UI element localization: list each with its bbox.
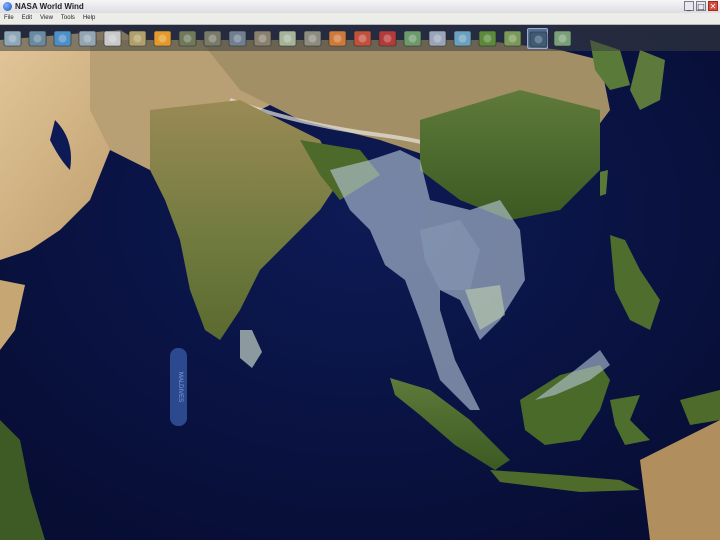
search-icon[interactable] [77, 28, 98, 49]
mosaic-icon[interactable] [552, 28, 573, 49]
flag-1-icon[interactable] [352, 28, 373, 49]
heat-map-icon[interactable] [152, 28, 173, 49]
app-globe-icon [3, 2, 12, 11]
app-window: MALDIVES NASA World Wind _ □ ✕ File Edit… [0, 0, 720, 540]
globe-view[interactable]: MALDIVES [0, 0, 720, 540]
menu-bar: File Edit View Tools Help [0, 13, 720, 25]
layer-toolbar [0, 25, 720, 51]
moon-icon[interactable] [102, 28, 123, 49]
menu-file[interactable]: File [0, 13, 18, 24]
compass-icon[interactable] [402, 28, 423, 49]
maldives-label: MALDIVES [177, 372, 183, 402]
landsat-icon[interactable] [127, 28, 148, 49]
menu-help[interactable]: Help [79, 13, 99, 24]
title-bar[interactable]: NASA World Wind _ □ ✕ [0, 0, 720, 14]
close-button[interactable]: ✕ [708, 1, 718, 11]
forest-icon[interactable] [477, 28, 498, 49]
menu-view[interactable]: View [36, 13, 57, 24]
flag-2-icon[interactable] [377, 28, 398, 49]
minimize-button[interactable]: _ [684, 1, 694, 11]
window-title: NASA World Wind [15, 2, 84, 11]
menu-tools[interactable]: Tools [57, 13, 79, 24]
topo-map-icon[interactable] [277, 28, 298, 49]
maximize-button[interactable]: □ [696, 1, 706, 11]
satellite-image-3-icon[interactable] [227, 28, 248, 49]
window-controls: _ □ ✕ [684, 1, 718, 11]
usgs-map-icon[interactable] [302, 28, 323, 49]
satellite-image-2-icon[interactable] [202, 28, 223, 49]
globe-icon[interactable] [52, 28, 73, 49]
menu-edit[interactable]: Edit [18, 13, 36, 24]
weather-icon[interactable] [327, 28, 348, 49]
terrain-icon[interactable] [502, 28, 523, 49]
boundaries-icon[interactable] [527, 27, 548, 49]
satellite-image-4-icon[interactable] [252, 28, 273, 49]
globe-canvas[interactable]: MALDIVES [0, 0, 720, 540]
satellite-image-1-icon[interactable] [177, 28, 198, 49]
world-view-icon[interactable] [27, 28, 48, 49]
layer-manager-icon[interactable] [2, 28, 23, 49]
placename-icon[interactable] [452, 28, 473, 49]
usa-map-icon[interactable] [427, 28, 448, 49]
